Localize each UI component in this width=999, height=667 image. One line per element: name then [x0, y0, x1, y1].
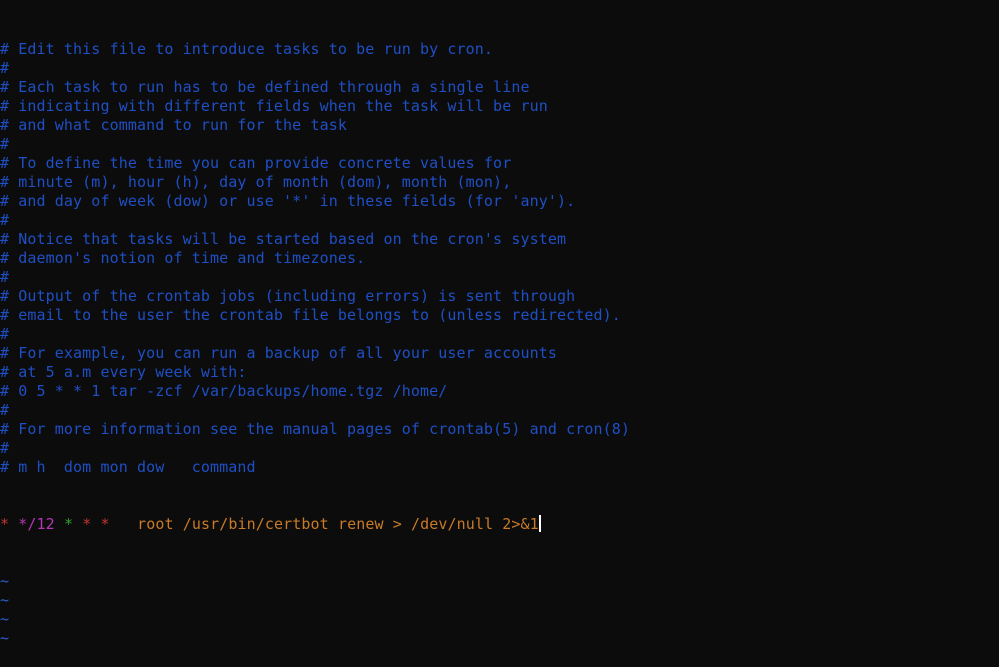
comment-line: # and day of week (dow) or use '*' in th…	[0, 192, 576, 210]
comment-line: # To define the time you can provide con…	[0, 154, 512, 172]
comment-line: #	[0, 211, 10, 229]
comment-line: # daemon's notion of time and timezones.	[0, 249, 366, 267]
comment-line: #	[0, 439, 10, 457]
tilde-line: ~	[0, 629, 10, 647]
tilde-line: ~	[0, 610, 10, 628]
comment-line: #	[0, 325, 10, 343]
comment-line: # m h dom mon dow command	[0, 458, 256, 476]
cron-dow-field: *	[100, 515, 110, 533]
comment-line: # minute (m), hour (h), day of month (do…	[0, 173, 512, 191]
comment-line: #	[0, 268, 10, 286]
cron-mon-field: *	[82, 515, 92, 533]
comment-line: # Output of the crontab jobs (including …	[0, 287, 576, 305]
comment-line: # at 5 a.m every week with:	[0, 363, 247, 381]
comment-block: # Edit this file to introduce tasks to b…	[0, 40, 999, 477]
comment-line: # and what command to run for the task	[0, 116, 347, 134]
crontab-editor[interactable]: # Edit this file to introduce tasks to b…	[0, 2, 999, 647]
cron-minute-field: *	[0, 515, 10, 533]
comment-line: # indicating with different fields when …	[0, 97, 548, 115]
comment-line: # For example, you can run a backup of a…	[0, 344, 557, 362]
comment-line: #	[0, 135, 10, 153]
comment-line: # 0 5 * * 1 tar -zcf /var/backups/home.t…	[0, 382, 448, 400]
empty-buffer-lines: ~ ~ ~ ~	[0, 572, 999, 648]
comment-line: # Notice that tasks will be started base…	[0, 230, 567, 248]
cron-command: root /usr/bin/certbot renew > /dev/null …	[137, 515, 539, 533]
cron-hour-field: */12	[18, 515, 55, 533]
text-cursor	[538, 515, 541, 532]
comment-line: #	[0, 59, 10, 77]
tilde-line: ~	[0, 572, 10, 590]
comment-line: # For more information see the manual pa…	[0, 420, 631, 438]
tilde-line: ~	[0, 591, 10, 609]
comment-line: #	[0, 401, 10, 419]
comment-line: # Each task to run has to be defined thr…	[0, 78, 530, 96]
comment-line: # email to the user the crontab file bel…	[0, 306, 621, 324]
comment-line: # Edit this file to introduce tasks to b…	[0, 40, 494, 58]
cron-dom-field: *	[63, 515, 74, 533]
